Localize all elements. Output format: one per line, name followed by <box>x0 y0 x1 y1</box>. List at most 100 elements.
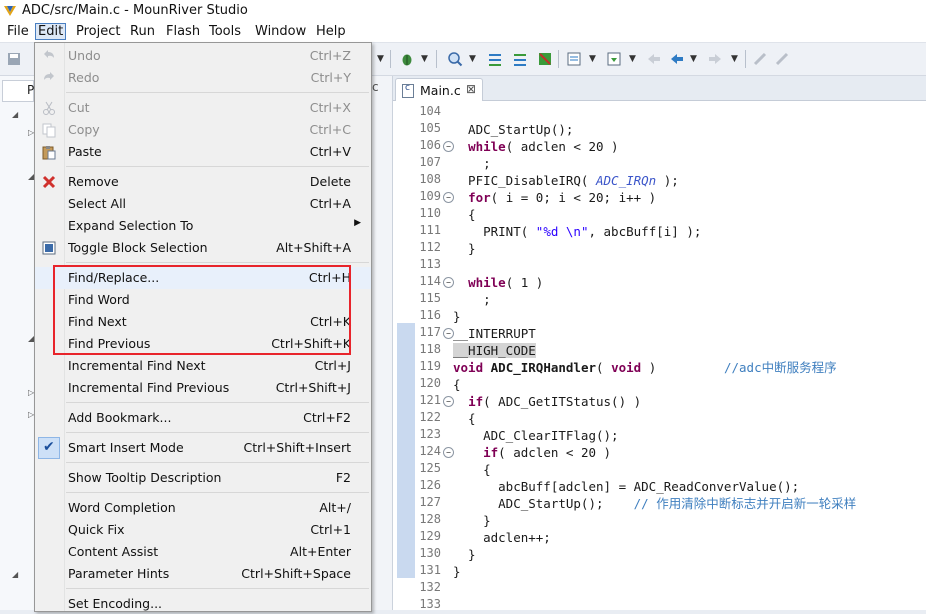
code-line[interactable]: if( adclen < 20 ) <box>453 444 611 461</box>
menu-item-remove[interactable]: Remove Delete <box>35 171 371 193</box>
dropdown-arrow-icon[interactable]: ▼ <box>690 54 697 64</box>
line-number-gutter: 111 <box>393 223 441 240</box>
code-line[interactable]: } <box>453 546 476 563</box>
menu-item-toggle-block-selection[interactable]: Toggle Block Selection Alt+Shift+A <box>35 237 371 259</box>
close-tab-icon[interactable]: ⊠ <box>466 82 476 96</box>
project-explorer-tab[interactable]: P <box>2 80 34 102</box>
menu-item-word-completion[interactable]: Word Completion Alt+/ <box>35 497 371 519</box>
code-line[interactable]: if( ADC_GetITStatus() ) <box>453 393 641 410</box>
menu-item-parameter-hints[interactable]: Parameter Hints Ctrl+Shift+Space <box>35 563 371 585</box>
task-list-icon[interactable] <box>566 51 582 67</box>
menu-item-expand-selection-to[interactable]: Expand Selection To ▶ <box>35 215 371 237</box>
checkmark-icon: ✔ <box>38 437 60 459</box>
code-line[interactable]: for( i = 0; i < 20; i++ ) <box>453 189 656 206</box>
line-number-gutter: 109− <box>393 189 454 206</box>
tree-expand-icon[interactable]: ◢ <box>12 110 18 119</box>
dropdown-arrow-icon[interactable]: ▼ <box>469 54 476 64</box>
menu-tools[interactable]: Tools <box>207 24 243 39</box>
menu-item-content-assist[interactable]: Content Assist Alt+Enter <box>35 541 371 563</box>
menu-item-incremental-find-next[interactable]: Incremental Find Next Ctrl+J <box>35 355 371 377</box>
menu-item-find-next[interactable]: Find Next Ctrl+K <box>35 311 371 333</box>
menu-item-undo[interactable]: Undo Ctrl+Z <box>35 45 371 67</box>
line-number-gutter: 123 <box>393 427 441 444</box>
dropdown-arrow-icon[interactable]: ▼ <box>629 54 636 64</box>
menu-help[interactable]: Help <box>314 24 348 39</box>
toolbar-separator <box>558 50 559 68</box>
code-line[interactable]: void ADC_IRQHandler( void ) //adc中断服务程序 <box>453 359 837 376</box>
dropdown-arrow-icon[interactable]: ▼ <box>731 54 738 64</box>
menu-item-shortcut: Ctrl+J <box>314 358 351 373</box>
code-area[interactable]: 104 105 ADC_StartUp(); 106− while( adclen … <box>393 101 926 611</box>
menu-item-add-bookmark[interactable]: Add Bookmark... Ctrl+F2 <box>35 407 371 429</box>
step-over-icon[interactable] <box>512 51 528 67</box>
menu-item-cut[interactable]: Cut Ctrl+X <box>35 97 371 119</box>
link-icon[interactable] <box>774 51 790 67</box>
menu-item-label: Find Previous <box>68 336 151 351</box>
menu-item-paste[interactable]: Paste Ctrl+V <box>35 141 371 163</box>
menu-item-incremental-find-previous[interactable]: Incremental Find Previous Ctrl+Shift+J <box>35 377 371 399</box>
menu-item-set-encoding[interactable]: Set Encoding... <box>35 593 371 611</box>
code-line[interactable]: { <box>453 410 476 427</box>
tab-main-c[interactable]: Main.c ⊠ <box>395 78 483 101</box>
code-line[interactable]: } <box>453 308 461 325</box>
code-line[interactable]: { <box>453 376 461 393</box>
code-line[interactable]: ADC_ClearITFlag(); <box>453 427 618 444</box>
menu-item-find-replace[interactable]: Find/Replace... Ctrl+H <box>35 267 371 289</box>
menu-item-find-previous[interactable]: Find Previous Ctrl+Shift+K <box>35 333 371 355</box>
menu-flash[interactable]: Flash <box>164 24 202 39</box>
menu-item-shortcut: Ctrl+Shift+Space <box>241 566 351 581</box>
menu-item-select-all[interactable]: Select All Ctrl+A <box>35 193 371 215</box>
menu-item-find-word[interactable]: Find Word <box>35 289 371 311</box>
last-edit-icon[interactable] <box>646 51 662 67</box>
dropdown-arrow-icon[interactable]: ▼ <box>421 54 428 64</box>
toolbar-separator <box>390 50 391 68</box>
menu-window[interactable]: Window <box>253 24 308 39</box>
cut-icon <box>43 101 55 115</box>
code-line[interactable]: while( adclen < 20 ) <box>453 138 619 155</box>
code-line[interactable]: ADC_StartUp(); // 作用清除中断标志并开启新一轮采样 <box>453 495 856 512</box>
code-line[interactable]: while( 1 ) <box>453 274 543 291</box>
menu-item-quick-fix[interactable]: Quick Fix Ctrl+1 <box>35 519 371 541</box>
menu-item-show-tooltip-description[interactable]: Show Tooltip Description F2 <box>35 467 371 489</box>
code-line[interactable]: ; <box>453 155 491 172</box>
code-line[interactable]: abcBuff[adclen] = ADC_ReadConverValue(); <box>453 478 799 495</box>
code-line[interactable]: __HIGH_CODE <box>453 342 536 359</box>
menu-project[interactable]: Project <box>74 24 122 39</box>
code-line[interactable]: ; <box>453 291 491 308</box>
clear-breakpoints-icon[interactable] <box>537 51 553 67</box>
menu-run[interactable]: Run <box>128 24 157 39</box>
code-line[interactable]: } <box>453 512 491 529</box>
code-line[interactable]: { <box>453 461 491 478</box>
code-line[interactable]: adclen++; <box>453 529 551 546</box>
step-into-icon[interactable] <box>487 51 503 67</box>
dropdown-arrow-icon[interactable]: ▼ <box>589 54 596 64</box>
menu-item-shortcut: Alt+Shift+A <box>276 240 351 255</box>
menu-item-smart-insert-mode[interactable]: ✔ Smart Insert Mode Ctrl+Shift+Insert <box>35 437 371 459</box>
menu-item-redo[interactable]: Redo Ctrl+Y <box>35 67 371 89</box>
code-line[interactable]: { <box>453 206 476 223</box>
bug-icon[interactable] <box>399 51 415 67</box>
forward-icon[interactable] <box>707 51 723 67</box>
code-line[interactable]: } <box>453 240 476 257</box>
code-editor[interactable]: Main.c ⊠ 104 105 ADC_StartUp();106− while… <box>392 76 926 611</box>
code-line[interactable]: ADC_StartUp(); <box>453 121 573 138</box>
save-icon[interactable] <box>6 51 22 67</box>
annotation-icon[interactable] <box>606 51 622 67</box>
line-number-gutter: 131 <box>393 563 441 580</box>
code-line[interactable]: __INTERRUPT <box>453 325 536 342</box>
menu-item-copy[interactable]: Copy Ctrl+C <box>35 119 371 141</box>
menu-item-shortcut: Ctrl+Shift+K <box>271 336 351 351</box>
dropdown-arrow-icon[interactable]: ▼ <box>377 54 384 64</box>
pin-icon[interactable] <box>752 51 768 67</box>
line-number: 129 <box>419 529 441 543</box>
code-line[interactable]: PFIC_DisableIRQ( ADC_IRQn ); <box>453 172 679 189</box>
search-icon[interactable] <box>447 51 463 67</box>
code-line[interactable]: } <box>453 563 461 580</box>
menu-file[interactable]: File <box>5 24 31 39</box>
back-icon[interactable] <box>669 51 685 67</box>
menu-edit[interactable]: Edit <box>35 23 67 40</box>
code-line[interactable]: PRINT( "%d \n", abcBuff[i] ); <box>453 223 701 240</box>
menu-item-shortcut: Ctrl+F2 <box>303 410 351 425</box>
line-number: 119 <box>419 359 441 373</box>
tree-expand-icon[interactable]: ◢ <box>12 570 18 579</box>
